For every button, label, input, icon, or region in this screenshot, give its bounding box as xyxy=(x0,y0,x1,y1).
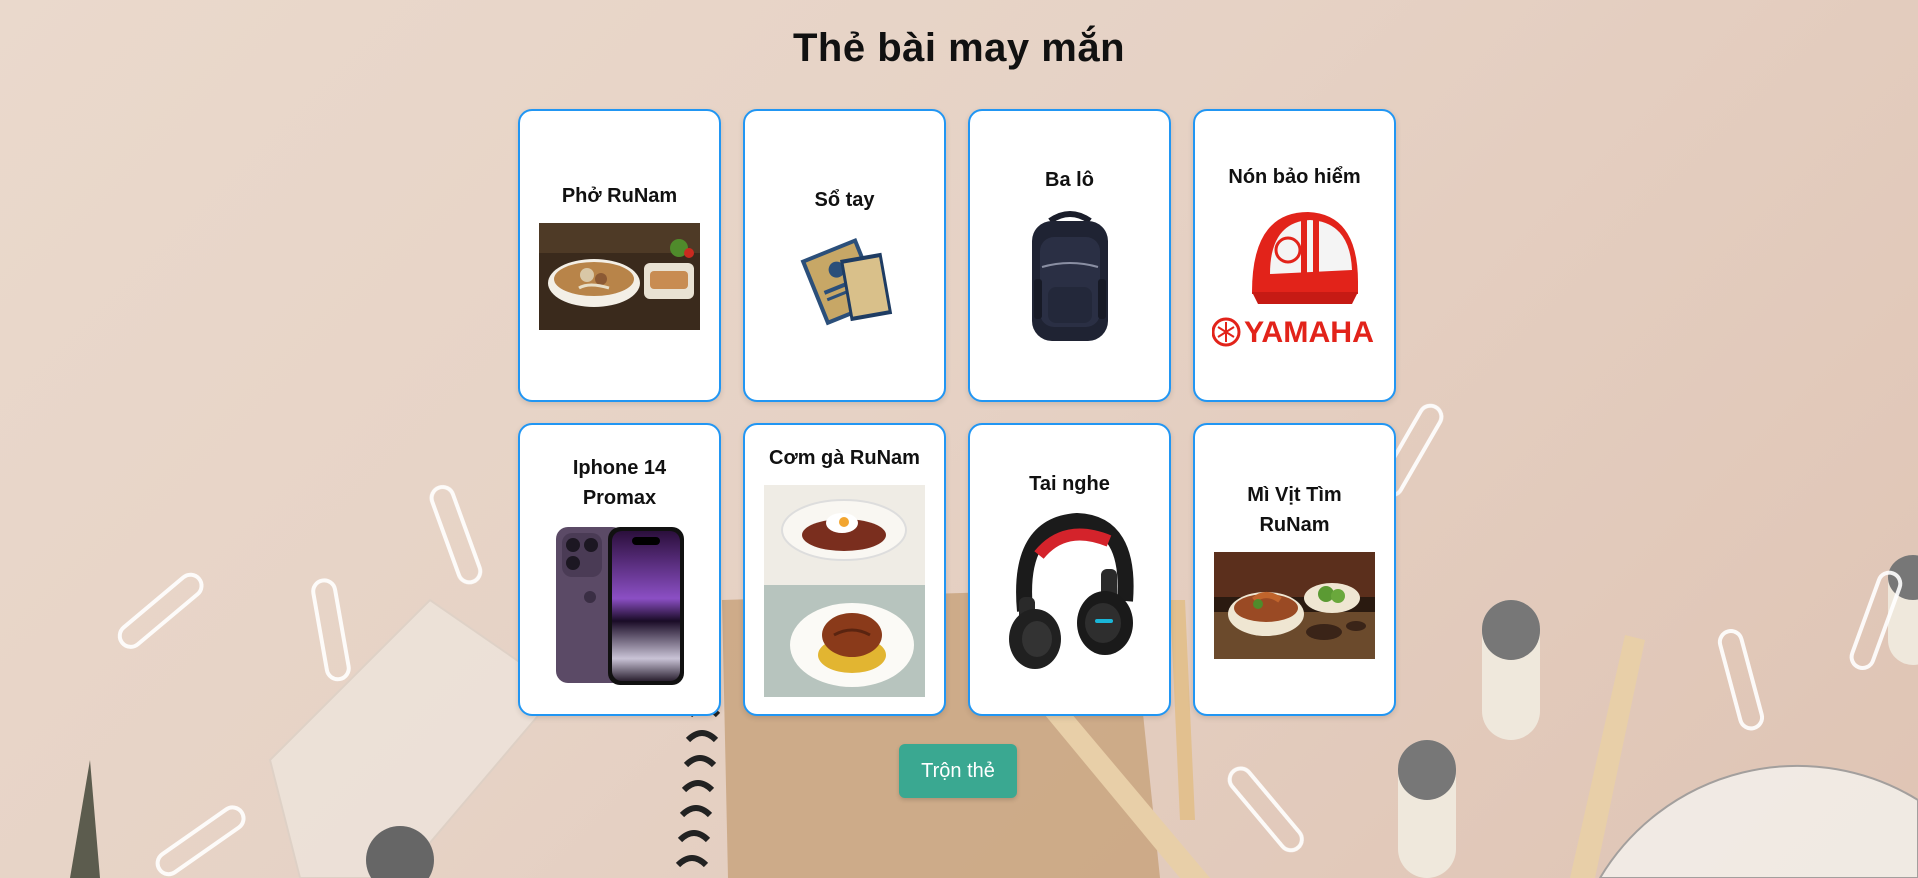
backpack-icon xyxy=(1031,210,1108,341)
card-label: Cơm gà RuNam xyxy=(769,446,920,469)
headphones-icon xyxy=(1008,512,1134,669)
card-headphones[interactable]: Tai nghe xyxy=(968,423,1171,716)
card-notebook[interactable]: Sổ tay xyxy=(743,109,946,402)
card-pho-runam[interactable]: Phở RuNam xyxy=(518,109,721,402)
pho-bowl-icon xyxy=(539,223,700,330)
card-label: Nón bảo hiểm xyxy=(1228,166,1361,188)
duck-noodle-icon xyxy=(1214,552,1375,659)
notebook-icon xyxy=(800,237,892,325)
card-label: Tai nghe xyxy=(1029,472,1110,495)
card-label: Sổ tay xyxy=(814,188,875,211)
card-label: Mì Vịt Tìm RuNam xyxy=(1247,484,1342,536)
helmet-icon: YAMAHA xyxy=(1212,212,1374,349)
yamaha-logo-text: YAMAHA xyxy=(1244,316,1374,349)
iphone-icon xyxy=(555,526,684,685)
card-grid: Phở RuNam Sổ tay Ba lô Nón bảo hiểm YAMA… xyxy=(518,109,1400,716)
shuffle-cards-button[interactable]: Trộn thẻ xyxy=(899,744,1017,798)
page-title: Thẻ bài may mắn xyxy=(792,26,1126,70)
card-chicken-rice[interactable]: Cơm gà RuNam xyxy=(743,423,946,716)
card-iphone[interactable]: Iphone 14 Promax xyxy=(518,423,721,716)
chicken-rice-icon xyxy=(764,484,925,697)
card-backpack[interactable]: Ba lô xyxy=(968,109,1171,402)
card-duck-noodle[interactable]: Mì Vịt Tìm RuNam xyxy=(1193,423,1396,716)
card-helmet[interactable]: Nón bảo hiểm YAMAHA xyxy=(1193,109,1396,402)
card-label: Phở RuNam xyxy=(561,185,678,207)
card-label: Ba lô xyxy=(1045,168,1094,191)
card-label: Iphone 14 Promax xyxy=(572,456,667,509)
